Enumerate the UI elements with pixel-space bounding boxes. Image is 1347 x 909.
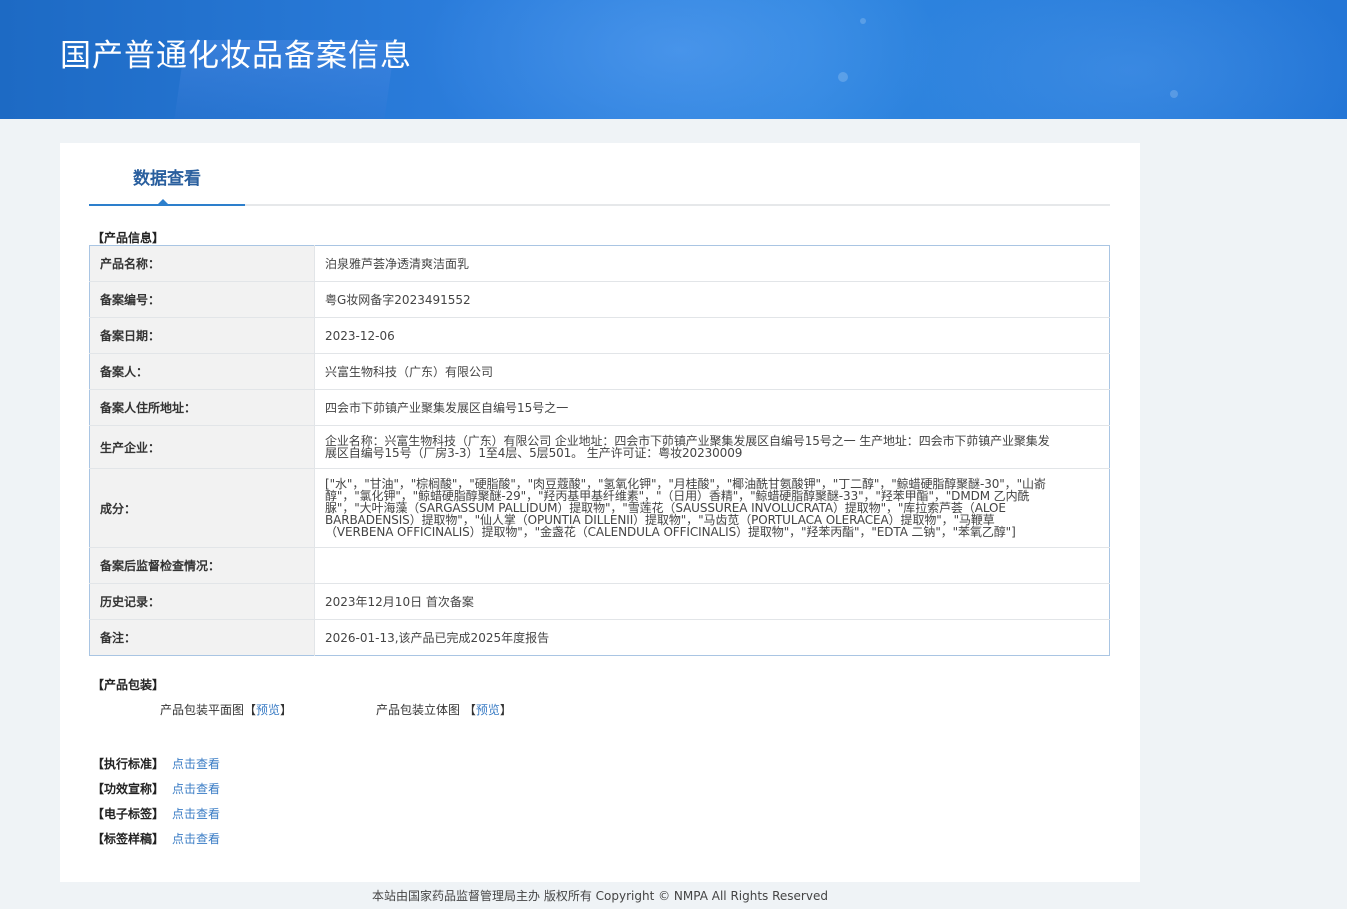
bracket-close: 】 (499, 703, 512, 717)
section-label-packaging: 【产品包装】 (92, 678, 165, 692)
table-row: 备案人： 兴富生物科技（广东）有限公司 (89, 353, 1110, 390)
view-label-draft-link[interactable]: 点击查看 (172, 832, 220, 846)
content-card: 数据查看 【产品信息】 产品名称： 泊泉雅芦荟净透清爽洁面乳 备案编号： 粤G妆… (60, 143, 1140, 882)
view-e-label-link[interactable]: 点击查看 (172, 807, 220, 821)
row-value: 粤G妆网备字2023491552 (314, 281, 1110, 318)
table-row: 备案日期： 2023-12-06 (89, 317, 1110, 354)
row-value: 企业名称：兴富生物科技（广东）有限公司 企业地址：四会市下茆镇产业聚集发展区自编… (314, 425, 1110, 469)
table-row: 备案编号： 粤G妆网备字2023491552 (89, 281, 1110, 318)
row-value: 泊泉雅芦荟净透清爽洁面乳 (325, 256, 470, 271)
e-label-label: 【电子标签】 (92, 807, 165, 821)
section-label-product-info: 【产品信息】 (92, 231, 165, 245)
table-row: 备案人住所地址： 四会市下茆镇产业聚集发展区自编号15号之一 (89, 389, 1110, 426)
table-row: 历史记录： 2023年12月10日 首次备案 (89, 583, 1110, 620)
page-title: 国产普通化妆品备案信息 (60, 38, 412, 74)
tab-data-view[interactable]: 数据查看 (89, 143, 245, 206)
e-label-row: 【电子标签】 点击查看 (92, 805, 220, 822)
product-info-table: 产品名称： 泊泉雅芦荟净透清爽洁面乳 备案编号： 粤G妆网备字202349155… (89, 245, 1110, 656)
bracket-open: 【 (244, 703, 257, 717)
label-draft-row: 【标签样稿】 点击查看 (92, 830, 220, 847)
row-value: ["水"，"甘油"，"棕榈酸"，"硬脂酸"，"肉豆蔻酸"，"氢氧化钾"，"月桂酸… (314, 468, 1110, 548)
row-key: 备案人： (89, 353, 315, 390)
efficacy-label: 【功效宣称】 (92, 782, 165, 796)
view-standard-link[interactable]: 点击查看 (172, 757, 220, 771)
packaging-solid-item: 产品包装立体图 【预览】 (376, 701, 512, 718)
row-key: 历史记录： (89, 583, 315, 620)
row-key: 备案编号： (89, 281, 315, 318)
packaging-flat-label: 产品包装平面图 (160, 703, 245, 717)
row-key: 备案人住所地址： (89, 389, 315, 426)
table-row: 备注： 2026-01-13,该产品已完成2025年度报告 (89, 619, 1110, 656)
tab-bar: 数据查看 (89, 143, 1110, 206)
row-key: 产品名称： (89, 245, 315, 282)
row-key: 备注： (89, 619, 315, 656)
solid-preview-link[interactable]: 预览 (476, 703, 500, 717)
row-value: 2026-01-13,该产品已完成2025年度报告 (314, 619, 1110, 656)
banner-decoration (1170, 90, 1178, 98)
table-row: 成分： ["水"，"甘油"，"棕榈酸"，"硬脂酸"，"肉豆蔻酸"，"氢氧化钾"，… (89, 468, 1110, 548)
banner-decoration (838, 72, 848, 82)
footer-copyright: 本站由国家药品监督管理局主办 版权所有 Copyright © NMPA All… (372, 889, 828, 903)
row-value: 四会市下茆镇产业聚集发展区自编号15号之一 (314, 389, 1110, 426)
bracket-close: 】 (280, 703, 293, 717)
row-key: 成分： (89, 468, 315, 548)
efficacy-row: 【功效宣称】 点击查看 (92, 780, 220, 797)
label-draft-label: 【标签样稿】 (92, 832, 165, 846)
standard-row: 【执行标准】 点击查看 (92, 755, 220, 772)
row-value: 2023-12-06 (314, 317, 1110, 354)
standard-label: 【执行标准】 (92, 757, 165, 771)
table-row: 生产企业： 企业名称：兴富生物科技（广东）有限公司 企业地址：四会市下茆镇产业聚… (89, 425, 1110, 469)
tab-label: 数据查看 (133, 169, 201, 189)
view-efficacy-link[interactable]: 点击查看 (172, 782, 220, 796)
table-row: 产品名称： 泊泉雅芦荟净透清爽洁面乳 (89, 245, 1110, 282)
banner-decoration (860, 18, 866, 24)
bracket-open: 【 (463, 703, 476, 717)
packaging-solid-label: 产品包装立体图 (376, 703, 461, 717)
flat-preview-link[interactable]: 预览 (256, 703, 280, 717)
tab-active-caret-icon (157, 199, 169, 205)
table-row: 备案后监督检查情况： (89, 547, 1110, 584)
row-key: 生产企业： (89, 425, 315, 469)
row-value: 2023年12月10日 首次备案 (314, 583, 1110, 620)
banner-decoration (900, 0, 1347, 119)
packaging-flat-item: 产品包装平面图【预览】 (160, 701, 292, 718)
row-key: 备案后监督检查情况： (89, 547, 315, 584)
row-key: 备案日期： (89, 317, 315, 354)
row-value (314, 547, 1110, 584)
row-value: 兴富生物科技（广东）有限公司 (314, 353, 1110, 390)
header-banner: 国产普通化妆品备案信息 (0, 0, 1347, 119)
